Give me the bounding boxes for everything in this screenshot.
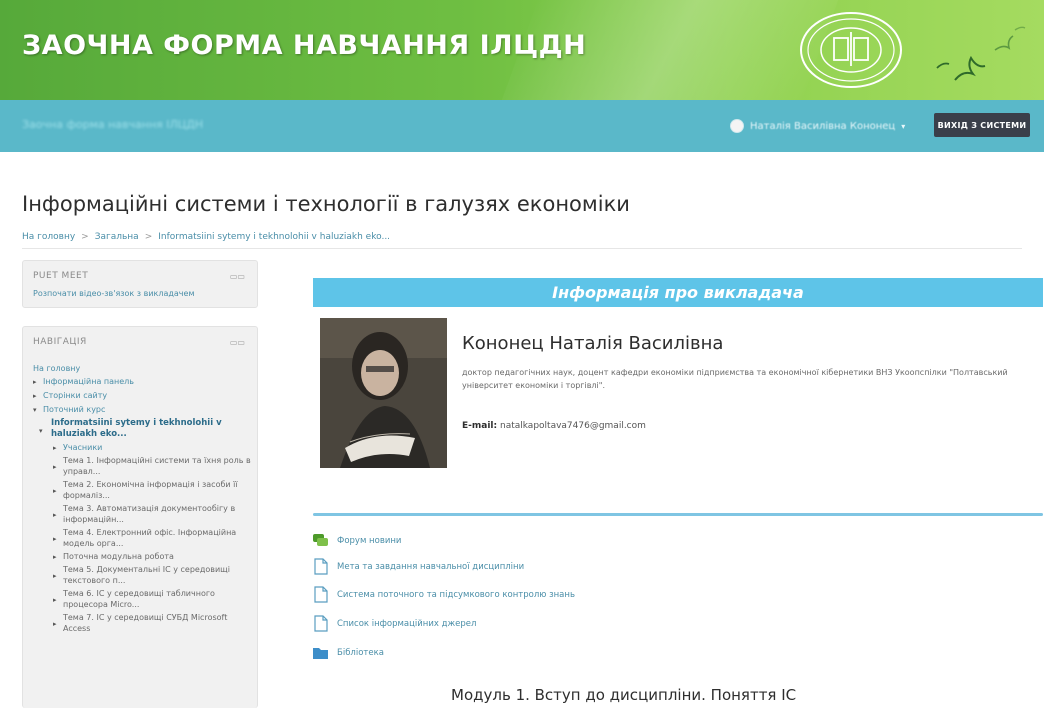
teacher-description: доктор педагогічних наук, доцент кафедри… <box>462 368 1008 390</box>
nav-item-topic-6[interactable]: ▸ Тема 6. ІС у середовищі табличного проц… <box>33 588 253 610</box>
resource-library[interactable]: Бібліотека <box>312 644 384 661</box>
chevron-right-icon: ▸ <box>53 487 57 495</box>
nav-item-label: Тема 6. ІС у середовищі табличного проце… <box>63 589 215 609</box>
chevron-right-icon: ▸ <box>53 553 57 561</box>
resource-label: Система поточного та підсумкового контро… <box>337 589 575 600</box>
teacher-photo <box>320 318 447 468</box>
nav-item-site-pages[interactable]: ▸ Сторінки сайту <box>33 390 253 402</box>
navbar: Заочна форма навчання ІЛЦДН Наталія Васи… <box>0 100 1044 152</box>
breadcrumb-item-course[interactable]: Informatsiini sytemy i tekhnolohii v hal… <box>158 232 390 242</box>
chevron-right-icon: ▸ <box>53 596 57 604</box>
navigation-tree: На головну ▸ Інформаційна панель ▸ Сторінк… <box>33 363 253 636</box>
block-header: PUET MEET <box>33 271 89 281</box>
block-navigation: НАВІГАЦІЯ ▭▭ На головну ▸ Інформаційна па… <box>22 326 258 708</box>
nav-item-course[interactable]: ▾ Informatsiini sytemy i tekhnolohii v ha… <box>33 418 253 440</box>
resource-label: Форум новини <box>337 535 402 546</box>
forum-icon <box>313 534 328 546</box>
resource-goals[interactable]: Мета та завдання навчальної дисципліни <box>312 558 524 575</box>
nav-item-label: Тема 1. Інформаційні системи та їхня рол… <box>63 456 251 476</box>
teacher-name: Кононец Наталія Василівна <box>462 333 724 354</box>
nav-item-label: Учасники <box>63 443 103 452</box>
breadcrumb-separator: > <box>81 232 89 242</box>
navbar-blurred-link[interactable]: Заочна форма навчання ІЛЦДН <box>22 118 203 131</box>
block-dock-icon[interactable]: ▭▭ <box>230 272 245 281</box>
file-icon <box>314 615 328 632</box>
resource-sources[interactable]: Список інформаційних джерел <box>312 615 476 632</box>
chevron-down-icon: ▾ <box>33 406 37 414</box>
chevron-down-icon: ▾ <box>39 427 43 435</box>
nav-item-label: Informatsiini sytemy i tekhnolohii v hal… <box>51 418 222 439</box>
chevron-right-icon: ▸ <box>33 378 37 386</box>
chevron-down-icon: ▾ <box>901 121 906 131</box>
logout-button[interactable]: ВИХІД З СИСТЕМИ <box>934 113 1030 137</box>
nav-item-dashboard[interactable]: ▸ Інформаційна панель <box>33 376 253 388</box>
birds-decoration <box>936 26 1026 81</box>
breadcrumb-item-general[interactable]: Загальна <box>95 232 139 242</box>
avatar <box>730 119 744 133</box>
user-menu[interactable]: Наталія Василівна Кононец ▾ <box>730 114 930 138</box>
page-title: Інформаційні системи і технології в галу… <box>22 192 630 216</box>
nav-item-label: Тема 5. Документальні ІС у середовищі те… <box>63 565 230 585</box>
file-icon <box>314 586 328 603</box>
nav-item-label: Тема 3. Автоматизація документообігу в і… <box>63 504 236 524</box>
nav-item-participants[interactable]: ▸ Учасники <box>33 442 253 453</box>
site-title[interactable]: ЗАОЧНА ФОРМА НАВЧАННЯ ІЛЦДН <box>22 30 586 61</box>
nav-item-topic-4[interactable]: ▸ Тема 4. Електронний офіс. Інформаційна … <box>33 527 253 549</box>
chevron-right-icon: ▸ <box>53 511 57 519</box>
block-header: НАВІГАЦІЯ <box>33 337 87 347</box>
nav-item-label: На головну <box>33 364 81 373</box>
user-name: Наталія Василівна Кононец <box>750 120 896 132</box>
folder-icon <box>313 648 328 659</box>
nav-item-label: Тема 7. ІС у середовищі СУБД Microsoft A… <box>63 613 228 633</box>
nav-item-label: Тема 4. Електронний офіс. Інформаційна м… <box>63 528 237 548</box>
file-icon <box>314 558 328 575</box>
nav-item-topic-5[interactable]: ▸ Тема 5. Документальні ІС у середовищі т… <box>33 564 253 586</box>
page: ЗАОЧНА ФОРМА НАВЧАННЯ ІЛЦДН Заочна форма… <box>0 0 1044 708</box>
nav-item-label: Поточний курс <box>43 405 106 414</box>
nav-item-topic-2[interactable]: ▸ Тема 2. Економічна інформація і засоби … <box>33 479 253 501</box>
resource-label: Бібліотека <box>337 647 384 658</box>
nav-item-label: Поточна модульна робота <box>63 552 174 561</box>
resource-label: Список інформаційних джерел <box>337 618 477 629</box>
breadcrumb-item-home[interactable]: На головну <box>22 232 75 242</box>
resource-control-system[interactable]: Система поточного та підсумкового контро… <box>312 586 575 603</box>
site-banner: ЗАОЧНА ФОРМА НАВЧАННЯ ІЛЦДН <box>0 0 1044 100</box>
block-dock-icon[interactable]: ▭▭ <box>230 338 245 347</box>
chevron-right-icon: ▸ <box>53 620 57 628</box>
breadcrumb: На головну > Загальна > Informatsiini sy… <box>22 232 390 242</box>
nav-item-home[interactable]: На головну <box>33 363 253 374</box>
breadcrumb-divider <box>22 248 1022 249</box>
resource-label: Мета та завдання навчальної дисципліни <box>337 561 525 572</box>
chevron-right-icon: ▸ <box>53 535 57 543</box>
module-title: Модуль 1. Вступ до дисципліни. Поняття І… <box>451 686 797 704</box>
start-video-call-link[interactable]: Розпочати відео-зв'язок з викладачем <box>33 289 194 298</box>
block-puet-meet: PUET MEET ▭▭ Розпочати відео-зв'язок з в… <box>22 260 258 308</box>
nav-item-module-work[interactable]: ▸ Поточна модульна робота <box>33 551 253 562</box>
nav-item-topic-3[interactable]: ▸ Тема 3. Автоматизація документообігу в … <box>33 503 253 525</box>
university-logo[interactable] <box>796 10 906 90</box>
email-label: E-mail: <box>462 421 498 431</box>
nav-item-topic-7[interactable]: ▸ Тема 7. ІС у середовищі СУБД Microsoft … <box>33 612 253 634</box>
chevron-right-icon: ▸ <box>53 572 57 580</box>
teacher-email-row: E-mail: natalkapoltava7476@gmail.com <box>462 421 646 431</box>
section-divider <box>313 513 1043 516</box>
chevron-right-icon: ▸ <box>33 392 37 400</box>
nav-item-label: Інформаційна панель <box>43 377 134 386</box>
teacher-email[interactable]: natalkapoltava7476@gmail.com <box>500 421 646 431</box>
resource-forum[interactable]: Форум новини <box>312 532 401 549</box>
nav-item-current-course[interactable]: ▾ Поточний курс <box>33 404 253 416</box>
chevron-right-icon: ▸ <box>53 444 57 452</box>
breadcrumb-separator: > <box>144 232 153 242</box>
chevron-right-icon: ▸ <box>53 463 57 471</box>
nav-item-topic-1[interactable]: ▸ Тема 1. Інформаційні системи та їхня ро… <box>33 455 253 477</box>
nav-item-label: Тема 2. Економічна інформація і засоби ї… <box>63 480 238 500</box>
teacher-info-banner: Інформація про викладача <box>313 278 1043 307</box>
nav-item-label: Сторінки сайту <box>43 391 108 400</box>
